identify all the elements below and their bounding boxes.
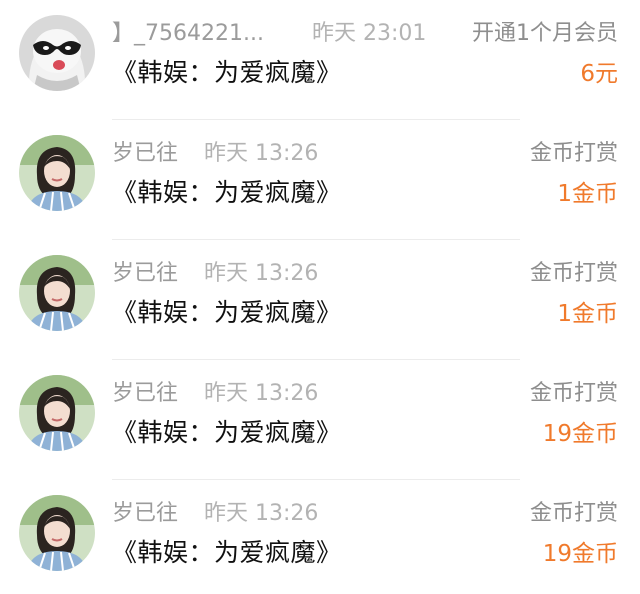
book-title[interactable]: 《韩娱：为爱疯魔》 xyxy=(112,415,342,451)
amount: 6元 xyxy=(580,61,618,87)
list-item[interactable]: 】_7564221... 昨天 23:01 开通1个月会员 《韩娱：为爱疯魔》 … xyxy=(0,0,640,120)
book-title[interactable]: 《韩娱：为爱疯魔》 xyxy=(112,295,342,331)
row-meta: 岁已往 昨天 13:26 金币打赏 xyxy=(112,379,618,409)
girl-portrait-avatar-icon xyxy=(19,375,95,451)
row-meta: 岁已往 昨天 13:26 金币打赏 xyxy=(112,499,618,529)
timestamp: 昨天 13:26 xyxy=(204,141,319,166)
user-name[interactable]: 】_7564221... xyxy=(112,19,264,49)
book-title[interactable]: 《韩娱：为爱疯魔》 xyxy=(112,535,342,571)
user-name[interactable]: 岁已往 xyxy=(112,379,178,409)
girl-portrait-avatar-icon xyxy=(19,495,95,571)
transaction-type: 金币打赏 xyxy=(529,141,618,166)
transaction-list: 】_7564221... 昨天 23:01 开通1个月会员 《韩娱：为爱疯魔》 … xyxy=(0,0,640,594)
transaction-type: 金币打赏 xyxy=(529,261,618,286)
list-item[interactable]: 岁已往 昨天 13:26 金币打赏 《韩娱：为爱疯魔》 19金币 xyxy=(0,360,640,480)
avatar[interactable] xyxy=(19,135,95,211)
row-meta: 】_7564221... 昨天 23:01 开通1个月会员 xyxy=(112,19,618,49)
amount: 1金币 xyxy=(557,301,618,327)
book-title[interactable]: 《韩娱：为爱疯魔》 xyxy=(112,55,342,91)
amount: 1金币 xyxy=(557,181,618,207)
user-name[interactable]: 岁已往 xyxy=(112,139,178,169)
timestamp: 昨天 13:26 xyxy=(204,261,319,286)
list-item[interactable]: 岁已往 昨天 13:26 金币打赏 《韩娱：为爱疯魔》 1金币 xyxy=(0,120,640,240)
timestamp: 昨天 23:01 xyxy=(312,21,427,46)
amount: 19金币 xyxy=(542,421,618,447)
transaction-type: 开通1个月会员 xyxy=(472,21,618,46)
row-meta: 岁已往 昨天 13:26 金币打赏 xyxy=(112,139,618,169)
transaction-type: 金币打赏 xyxy=(529,501,618,526)
girl-portrait-avatar-icon xyxy=(19,255,95,331)
avatar[interactable] xyxy=(19,375,95,451)
timestamp: 昨天 13:26 xyxy=(204,381,319,406)
list-item[interactable]: 岁已往 昨天 13:26 金币打赏 《韩娱：为爱疯魔》 1金币 xyxy=(0,240,640,360)
list-item[interactable]: 岁已往 昨天 13:26 金币打赏 《韩娱：为爱疯魔》 19金币 xyxy=(0,480,640,594)
transaction-type: 金币打赏 xyxy=(529,381,618,406)
amount: 19金币 xyxy=(542,541,618,567)
user-name[interactable]: 岁已往 xyxy=(112,259,178,289)
user-name[interactable]: 岁已往 xyxy=(112,499,178,529)
avatar[interactable] xyxy=(19,495,95,571)
avatar[interactable] xyxy=(19,15,95,91)
row-meta: 岁已往 昨天 13:26 金币打赏 xyxy=(112,259,618,289)
avatar[interactable] xyxy=(19,255,95,331)
girl-portrait-avatar-icon xyxy=(19,135,95,211)
timestamp: 昨天 13:26 xyxy=(204,501,319,526)
ghost-mask-avatar-icon xyxy=(19,15,95,91)
book-title[interactable]: 《韩娱：为爱疯魔》 xyxy=(112,175,342,211)
